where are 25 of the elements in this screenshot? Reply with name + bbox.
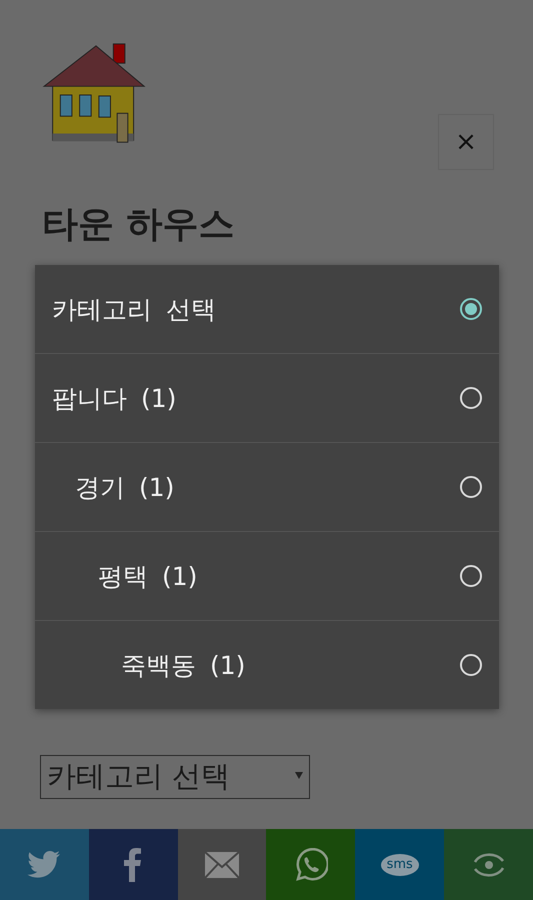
category-option[interactable]: 죽백동 (1) — [35, 620, 499, 709]
share-button[interactable] — [444, 829, 533, 900]
share-button[interactable] — [0, 829, 89, 900]
page-title: 타운 하우스 — [42, 203, 236, 247]
category-option[interactable]: 팝니다 (1) — [35, 353, 499, 442]
radio-button[interactable] — [460, 387, 482, 409]
eye-arrows-icon — [472, 850, 506, 878]
category-option[interactable]: 경기 (1) — [35, 442, 499, 531]
facebook-logo-icon — [124, 848, 142, 882]
bird-icon — [27, 850, 62, 878]
share-button[interactable] — [266, 829, 356, 900]
radio-button[interactable] — [460, 298, 482, 320]
share-button[interactable] — [88, 829, 178, 900]
envelope-icon — [205, 852, 240, 878]
close-button[interactable]: × — [438, 114, 494, 170]
share-button[interactable]: sms — [355, 829, 444, 900]
phone-bubble-icon — [294, 848, 328, 882]
caret-icon — [295, 772, 303, 779]
share-button[interactable] — [178, 829, 266, 900]
radio-button[interactable] — [460, 476, 482, 498]
category-option[interactable]: 카테고리 선택 — [35, 265, 499, 353]
radio-button[interactable] — [460, 654, 482, 676]
sms-bubble-icon: sms — [380, 854, 419, 876]
radio-button[interactable] — [460, 565, 482, 587]
category-option[interactable]: 평택 (1) — [35, 531, 499, 620]
